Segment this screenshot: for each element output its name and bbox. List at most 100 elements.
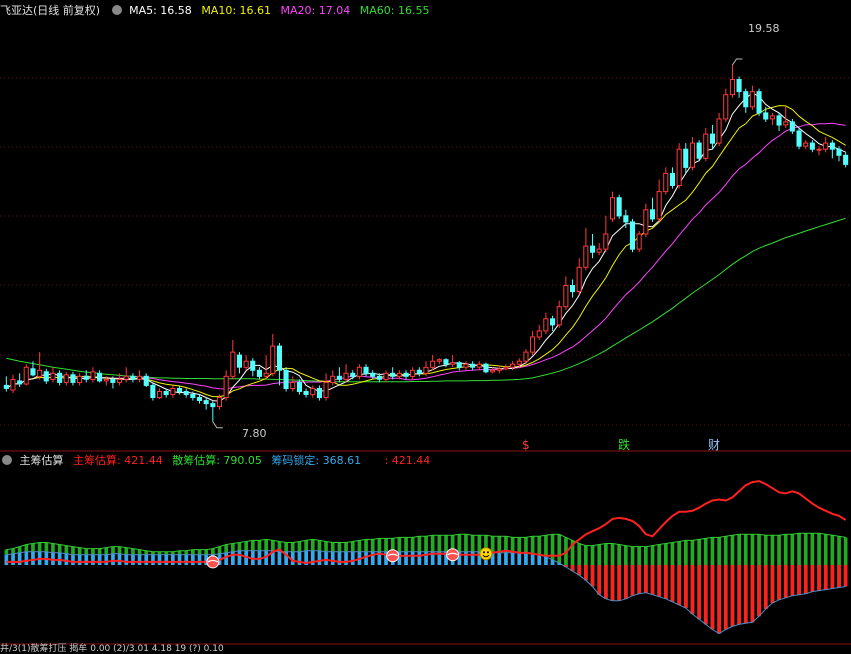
retail-bar	[410, 551, 415, 565]
lock-bar	[51, 543, 55, 553]
lock-bar	[304, 540, 308, 551]
candle	[583, 227, 589, 271]
ma20-label: MA20: 17.04	[280, 4, 351, 17]
retail-bar	[524, 552, 528, 565]
ma10-layer	[6, 105, 846, 398]
candle	[3, 376, 9, 392]
lock-bar	[324, 541, 328, 552]
main-bar	[757, 565, 761, 617]
event-cai: 财	[708, 438, 720, 452]
candle-body	[709, 133, 716, 144]
lock-bar	[231, 543, 235, 552]
bottom-strip: 井/3(1)散筹打压 揭牟 0.00 (2)/3.01 4.18 19 (?) …	[0, 644, 230, 654]
candlestick-layer	[3, 58, 849, 429]
candle-body	[623, 215, 629, 223]
candle	[749, 85, 755, 110]
candle-body	[470, 363, 476, 368]
lock-bar	[517, 537, 522, 553]
candle	[709, 124, 716, 150]
label-layer: 19.58 7.80 $ 跌 财	[242, 22, 780, 452]
candle-body	[43, 371, 49, 382]
candle-body	[603, 233, 609, 250]
ma60-layer	[6, 217, 846, 383]
lock-bar	[137, 549, 142, 555]
retail-bar	[164, 554, 169, 565]
candle-body	[769, 115, 775, 120]
main-bar	[590, 565, 595, 587]
candle-body	[256, 369, 262, 377]
candle-body	[376, 375, 382, 380]
main-bar	[697, 565, 701, 620]
candle-body	[303, 391, 309, 395]
candle-body	[283, 369, 289, 389]
candle-body	[736, 79, 742, 93]
candle-body	[749, 91, 755, 108]
lock-bar	[524, 537, 528, 553]
candle-body	[130, 375, 136, 380]
main-bar	[783, 565, 788, 598]
lock-bar	[44, 542, 49, 552]
main-bar	[630, 565, 635, 596]
lock-bar	[330, 542, 335, 552]
lock-bar	[237, 542, 242, 551]
candle-body	[556, 306, 562, 326]
retail-bar	[277, 551, 282, 565]
candle-body	[396, 372, 402, 377]
candle-body	[290, 381, 296, 389]
retail-bar	[84, 554, 89, 565]
settings-icon[interactable]	[111, 5, 122, 15]
sub-title[interactable]: 主筹估算	[20, 454, 64, 467]
candle	[576, 258, 582, 295]
sub-settings-icon[interactable]	[2, 455, 12, 465]
candle-body	[610, 197, 616, 220]
main-bar	[763, 565, 768, 609]
candle	[689, 137, 696, 171]
candle-body	[576, 266, 582, 292]
candle-body	[137, 375, 143, 380]
candle	[676, 143, 682, 189]
candle	[736, 76, 742, 98]
lock-bar	[557, 534, 562, 563]
ma20-line	[6, 122, 846, 390]
candle	[157, 388, 163, 400]
retail-bar	[417, 551, 422, 565]
candle	[470, 361, 476, 371]
candle-body	[716, 118, 722, 144]
lock-bar	[537, 536, 542, 555]
candle	[77, 373, 83, 386]
lock-bar	[404, 537, 408, 552]
candle	[343, 364, 349, 383]
main-bar	[684, 565, 688, 608]
candle-body	[343, 372, 349, 380]
main-bar	[644, 565, 648, 593]
lock-bar	[310, 539, 315, 551]
main-bar	[597, 565, 602, 595]
lock-bar	[251, 540, 255, 551]
candle	[590, 234, 596, 259]
main-bar	[797, 565, 801, 595]
candle	[10, 374, 16, 393]
candle	[829, 140, 835, 159]
candle	[683, 143, 689, 174]
candle	[843, 152, 849, 168]
main-bar	[837, 565, 841, 588]
stock-title[interactable]: 飞亚达(日线 前复权)	[0, 4, 100, 17]
lock-bar	[57, 544, 62, 553]
main-bar	[830, 565, 835, 589]
candle	[63, 371, 69, 386]
retail-chip-label: 散筹估算: 790.05	[172, 454, 262, 467]
lock-bar	[350, 541, 355, 552]
lock-bar	[117, 546, 122, 554]
retail-bar	[344, 551, 348, 565]
candle	[483, 362, 489, 374]
candle	[223, 370, 229, 401]
retail-bar	[337, 551, 342, 565]
retail-bar	[57, 552, 62, 565]
main-bar	[843, 565, 848, 587]
candle-body	[330, 375, 336, 383]
candle	[823, 137, 829, 153]
candle-body	[543, 318, 549, 332]
retail-bar	[504, 552, 508, 565]
retail-bar	[510, 552, 515, 565]
retail-bar	[157, 554, 162, 565]
